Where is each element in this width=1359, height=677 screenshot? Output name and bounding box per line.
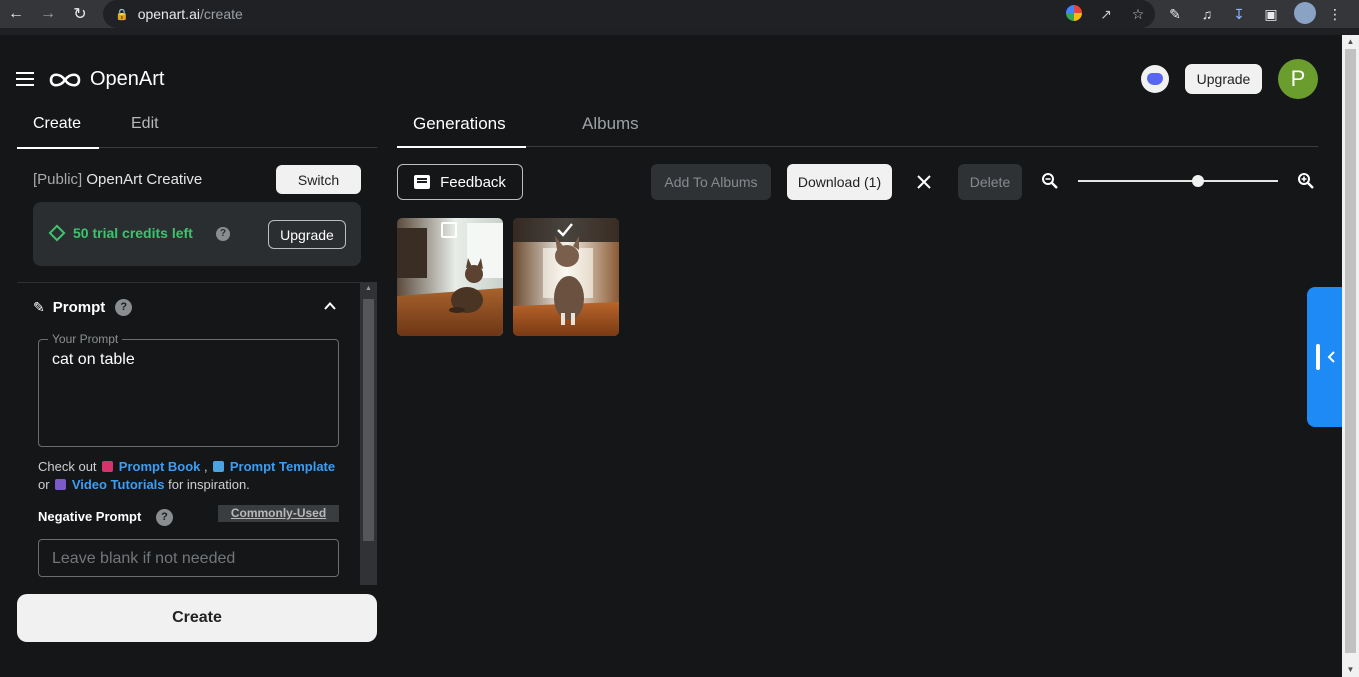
chrome-separator <box>0 28 1359 35</box>
discord-icon <box>1147 73 1163 85</box>
discord-button[interactable] <box>1141 65 1169 93</box>
generation-image[interactable] <box>397 218 503 336</box>
side-panel-bar <box>1316 344 1320 370</box>
credits-diamond-icon <box>48 224 66 242</box>
delete-button[interactable]: Delete <box>958 164 1022 200</box>
chevron-left-icon <box>1327 351 1335 363</box>
model-label: [Public] OpenArt Creative <box>33 171 202 188</box>
more-menu-icon[interactable]: ⋮ <box>1326 6 1344 23</box>
prompt-field-legend: Your Prompt <box>48 332 123 346</box>
tab-generations[interactable]: Generations <box>397 114 526 148</box>
feedback-chat-icon <box>414 175 431 189</box>
picture-icon <box>213 461 225 472</box>
side-panel-toggle[interactable] <box>1307 287 1342 427</box>
prompt-section: ✎ Prompt ? Your Prompt cat on table Chec… <box>17 283 377 585</box>
brand-name: OpenArt <box>90 68 165 90</box>
forward-arrow-icon[interactable]: → <box>35 0 61 28</box>
main-tabs: Generations Albums <box>397 105 1318 148</box>
inspiration-text: Check out Prompt Book , Prompt Template … <box>38 459 336 492</box>
close-selection-icon[interactable] <box>914 172 934 192</box>
prompt-value: cat on table <box>52 351 135 368</box>
zoom-in-icon[interactable] <box>1297 172 1315 190</box>
book-icon <box>102 461 114 472</box>
media-queue-icon[interactable]: ♫ <box>1198 6 1216 22</box>
chevron-up-icon[interactable] <box>324 300 336 312</box>
download-button[interactable]: Download (1) <box>787 164 892 200</box>
clapper-icon <box>55 479 67 490</box>
switch-model-button[interactable]: Switch <box>276 165 361 194</box>
user-avatar[interactable]: P <box>1278 59 1318 99</box>
openart-logo-icon <box>49 72 81 87</box>
prompt-template-link[interactable]: Prompt Template <box>230 459 335 474</box>
generation-image[interactable] <box>513 218 619 336</box>
share-icon[interactable]: ↗ <box>1097 6 1115 23</box>
url-host: openart.ai <box>137 6 200 22</box>
inner-scroll-up-icon[interactable]: ▲ <box>360 285 377 292</box>
selected-checkmark-icon[interactable] <box>557 222 573 238</box>
commonly-used-button[interactable]: Commonly-Used <box>218 505 339 522</box>
download-icon[interactable]: ↧ <box>1230 6 1248 23</box>
browser-toolbar: ← → ↻ 🔒 openart.ai/create ↗ ☆ ✎ ♫ ↧ ▣ ⋮ <box>0 0 1359 28</box>
video-tutorials-link[interactable]: Video Tutorials <box>72 477 165 492</box>
prompt-help-icon[interactable]: ? <box>115 299 133 316</box>
zoom-out-icon[interactable] <box>1041 172 1059 190</box>
select-checkbox[interactable] <box>441 222 457 238</box>
zoom-slider-knob[interactable] <box>1192 175 1204 187</box>
negative-prompt-label: Negative Prompt <box>38 509 142 524</box>
prompt-book-link[interactable]: Prompt Book <box>119 459 201 474</box>
url-path: /create <box>199 6 243 22</box>
profile-icon[interactable] <box>1294 1 1316 27</box>
prompt-title: Prompt <box>52 299 106 316</box>
add-to-albums-button[interactable]: Add To Albums <box>651 164 771 200</box>
model-name: OpenArt Creative <box>86 171 203 188</box>
credits-text: 50 trial credits left <box>73 225 193 241</box>
zoom-slider-track <box>1078 180 1278 182</box>
reload-icon[interactable]: ↻ <box>67 0 93 28</box>
header-upgrade-button[interactable]: Upgrade <box>1185 64 1262 94</box>
back-arrow-icon[interactable]: ← <box>3 0 29 28</box>
side-panel-icon[interactable]: ▣ <box>1262 6 1280 23</box>
brand-logo[interactable]: OpenArt <box>48 68 164 91</box>
prompt-scrollbar-thumb[interactable] <box>363 299 374 541</box>
page-scrollbar[interactable]: ▲ ▼ <box>1342 35 1359 677</box>
negative-prompt-row: Negative Prompt ? Commonly-Used <box>38 505 339 527</box>
extensions-puzzle-icon[interactable]: ✎ <box>1166 6 1184 23</box>
zoom-slider[interactable] <box>1078 175 1278 187</box>
scroll-down-icon[interactable]: ▼ <box>1342 663 1359 677</box>
inspire-suffix: for inspiration. <box>168 477 250 492</box>
credits-help-icon[interactable]: ? <box>216 227 230 241</box>
hamburger-menu-icon[interactable] <box>16 72 34 86</box>
google-icon[interactable] <box>1065 4 1083 24</box>
inspire-or: or <box>38 477 50 492</box>
feedback-label: Feedback <box>440 173 506 191</box>
credits-upgrade-button[interactable]: Upgrade <box>268 220 346 249</box>
tab-albums[interactable]: Albums <box>582 114 639 134</box>
inspire-prefix: Check out <box>38 459 97 474</box>
pencil-icon: ✎ <box>33 299 45 315</box>
negative-prompt-input[interactable]: Leave blank if not needed <box>38 539 339 577</box>
prompt-header[interactable]: ✎ Prompt ? <box>33 299 133 316</box>
page-scrollbar-thumb[interactable] <box>1345 49 1356 653</box>
model-selector: [Public] OpenArt Creative Switch <box>33 165 361 195</box>
tab-create[interactable]: Create <box>16 115 100 149</box>
create-button[interactable]: Create <box>17 594 377 642</box>
model-visibility: [Public] <box>33 171 83 188</box>
feedback-button[interactable]: Feedback <box>397 164 523 200</box>
bookmark-star-icon[interactable]: ☆ <box>1129 6 1147 23</box>
left-panel-tabs: Create Edit <box>16 105 377 149</box>
negative-help-icon[interactable]: ? <box>156 509 173 526</box>
tab-edit[interactable]: Edit <box>131 115 159 133</box>
address-bar[interactable]: 🔒 openart.ai/create ↗ ☆ <box>103 0 1155 28</box>
scroll-up-icon[interactable]: ▲ <box>1342 35 1359 49</box>
credits-panel: 50 trial credits left ? Upgrade <box>33 202 361 266</box>
lock-icon: 🔒 <box>115 8 129 21</box>
prompt-scrollbar[interactable]: ▲ <box>360 283 377 585</box>
prompt-input[interactable]: Your Prompt cat on table <box>38 332 339 447</box>
